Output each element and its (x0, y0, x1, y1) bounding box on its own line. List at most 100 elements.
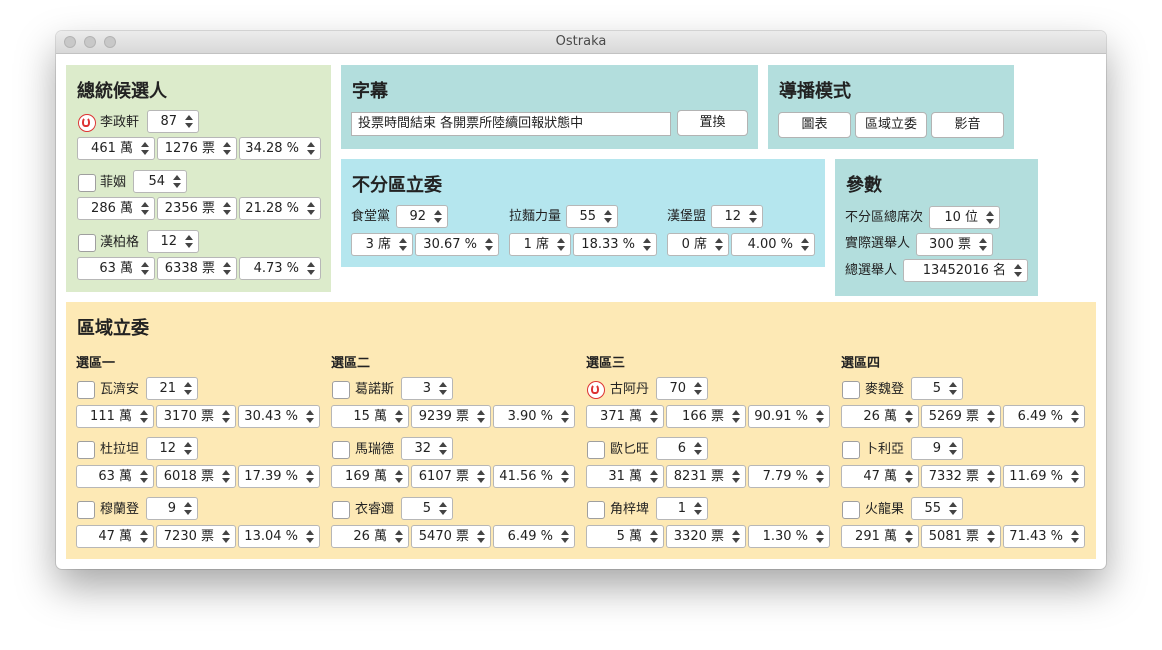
candidate-number-stepper[interactable]: 5 (401, 497, 453, 520)
total-voters-stepper[interactable]: 13452016 名 (903, 259, 1028, 282)
stepper-arrows-icon[interactable] (1071, 470, 1079, 483)
stepper-arrows-icon[interactable] (561, 470, 569, 483)
stepper-arrows-icon[interactable] (306, 470, 314, 483)
party-number-stepper[interactable]: 12 (711, 205, 763, 228)
votes-stepper[interactable]: 166 票 (666, 405, 746, 428)
replace-button[interactable]: 置換 (677, 110, 748, 136)
stepper-arrows-icon[interactable] (141, 262, 149, 275)
amount-stepper[interactable]: 286 萬 (77, 197, 155, 220)
amount-stepper[interactable]: 63 萬 (77, 257, 155, 280)
stepper-arrows-icon[interactable] (477, 410, 485, 423)
percent-stepper[interactable]: 7.79 % (748, 465, 830, 488)
stepper-arrows-icon[interactable] (141, 202, 149, 215)
stepper-arrows-icon[interactable] (987, 410, 995, 423)
stepper-arrows-icon[interactable] (604, 210, 612, 223)
stepper-arrows-icon[interactable] (949, 442, 957, 455)
actual-voters-stepper[interactable]: 300 票 (916, 233, 993, 256)
stepper-arrows-icon[interactable] (395, 530, 403, 543)
amount-stepper[interactable]: 26 萬 (841, 405, 919, 428)
candidate-number-stepper[interactable]: 32 (401, 437, 453, 460)
stepper-arrows-icon[interactable] (140, 410, 148, 423)
stepper-arrows-icon[interactable] (477, 470, 485, 483)
winner-checkbox[interactable] (77, 441, 95, 459)
stepper-arrows-icon[interactable] (732, 530, 740, 543)
stepper-arrows-icon[interactable] (816, 470, 824, 483)
stepper-arrows-icon[interactable] (185, 115, 193, 128)
stepper-arrows-icon[interactable] (561, 530, 569, 543)
percent-stepper[interactable]: 21.28 % (239, 197, 321, 220)
stepper-arrows-icon[interactable] (1014, 264, 1022, 277)
percent-stepper[interactable]: 3.90 % (493, 405, 575, 428)
stepper-arrows-icon[interactable] (650, 410, 658, 423)
candidate-number-stepper[interactable]: 9 (911, 437, 963, 460)
votes-stepper[interactable]: 6107 票 (411, 465, 491, 488)
stepper-arrows-icon[interactable] (141, 142, 149, 155)
winner-checkbox[interactable] (842, 501, 860, 519)
percent-stepper[interactable]: 34.28 % (239, 137, 321, 160)
percent-stepper[interactable]: 13.04 % (238, 525, 320, 548)
candidate-number-stepper[interactable]: 12 (146, 437, 198, 460)
stepper-arrows-icon[interactable] (222, 410, 230, 423)
votes-stepper[interactable]: 5081 票 (921, 525, 1001, 548)
amount-stepper[interactable]: 26 萬 (331, 525, 409, 548)
winner-checkbox[interactable] (332, 501, 350, 519)
stepper-arrows-icon[interactable] (986, 211, 994, 224)
amount-stepper[interactable]: 5 萬 (586, 525, 664, 548)
percent-stepper[interactable]: 30.43 % (238, 405, 320, 428)
stepper-arrows-icon[interactable] (223, 262, 231, 275)
winner-checkbox[interactable] (78, 174, 96, 192)
stepper-arrows-icon[interactable] (306, 530, 314, 543)
stepper-arrows-icon[interactable] (1071, 410, 1079, 423)
amount-stepper[interactable]: 461 萬 (77, 137, 155, 160)
candidate-number-stepper[interactable]: 1 (656, 497, 708, 520)
votes-stepper[interactable]: 8231 票 (666, 465, 746, 488)
winner-checkbox[interactable] (332, 441, 350, 459)
votes-stepper[interactable]: 9239 票 (411, 405, 491, 428)
percent-stepper[interactable]: 6.49 % (493, 525, 575, 548)
percent-stepper[interactable]: 90.91 % (748, 405, 830, 428)
total-seats-stepper[interactable]: 10 位 (929, 206, 1000, 229)
district-mode-button[interactable]: 區域立委 (855, 112, 927, 138)
video-mode-button[interactable]: 影音 (931, 112, 1004, 138)
stepper-arrows-icon[interactable] (905, 530, 913, 543)
amount-stepper[interactable]: 371 萬 (586, 405, 664, 428)
stepper-arrows-icon[interactable] (987, 470, 995, 483)
subtitle-input[interactable]: 投票時間結束 各開票所陸續回報狀態中 (351, 112, 671, 136)
stepper-arrows-icon[interactable] (1071, 530, 1079, 543)
stepper-arrows-icon[interactable] (650, 470, 658, 483)
party-number-stepper[interactable]: 92 (396, 205, 448, 228)
stepper-arrows-icon[interactable] (694, 502, 702, 515)
stepper-arrows-icon[interactable] (173, 175, 181, 188)
stepper-arrows-icon[interactable] (185, 235, 193, 248)
votes-stepper[interactable]: 6018 票 (156, 465, 236, 488)
votes-stepper[interactable]: 2356 票 (157, 197, 237, 220)
candidate-number-stepper[interactable]: 6 (656, 437, 708, 460)
party-percent-stepper[interactable]: 18.33 % (573, 233, 657, 256)
stepper-arrows-icon[interactable] (395, 470, 403, 483)
winner-checkbox[interactable] (842, 441, 860, 459)
winner-checkbox[interactable] (78, 234, 96, 252)
seats-stepper[interactable]: 1 席 (509, 233, 571, 256)
stepper-arrows-icon[interactable] (816, 530, 824, 543)
candidate-number-stepper[interactable]: 9 (146, 497, 198, 520)
candidate-number-stepper[interactable]: 70 (656, 377, 708, 400)
stepper-arrows-icon[interactable] (905, 470, 913, 483)
stepper-arrows-icon[interactable] (732, 470, 740, 483)
votes-stepper[interactable]: 7332 票 (921, 465, 1001, 488)
stepper-arrows-icon[interactable] (557, 238, 565, 251)
winner-checkbox[interactable] (332, 381, 350, 399)
percent-stepper[interactable]: 71.43 % (1003, 525, 1085, 548)
stepper-arrows-icon[interactable] (399, 238, 407, 251)
votes-stepper[interactable]: 1276 票 (157, 137, 237, 160)
seats-stepper[interactable]: 3 席 (351, 233, 413, 256)
amount-stepper[interactable]: 31 萬 (586, 465, 664, 488)
stepper-arrows-icon[interactable] (439, 442, 447, 455)
stepper-arrows-icon[interactable] (816, 410, 824, 423)
chart-mode-button[interactable]: 圖表 (778, 112, 851, 138)
stepper-arrows-icon[interactable] (715, 238, 723, 251)
stepper-arrows-icon[interactable] (307, 202, 315, 215)
stepper-arrows-icon[interactable] (184, 502, 192, 515)
stepper-arrows-icon[interactable] (223, 142, 231, 155)
percent-stepper[interactable]: 4.73 % (239, 257, 321, 280)
stepper-arrows-icon[interactable] (439, 382, 447, 395)
